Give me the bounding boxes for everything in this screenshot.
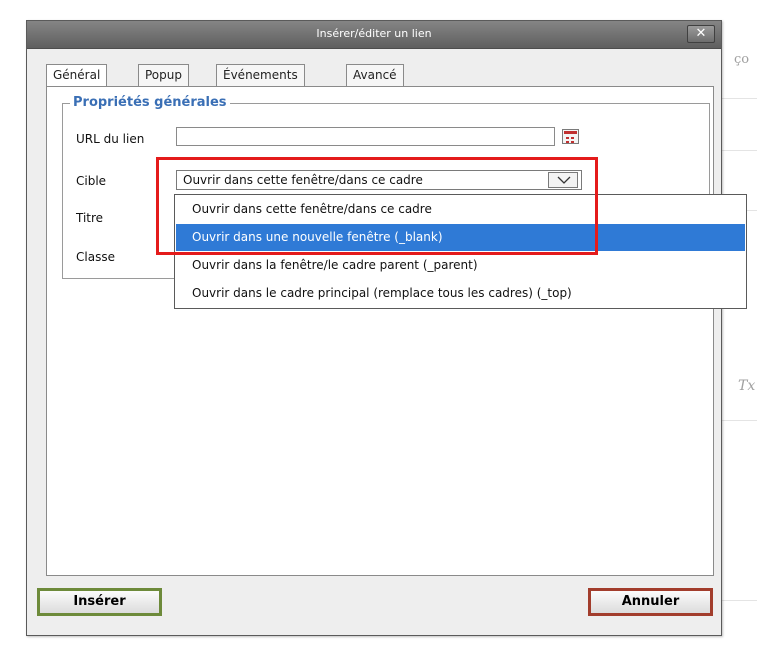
background-text: Tx <box>738 378 756 394</box>
target-dropdown-list: Ouvrir dans cette fenêtre/dans ce cadre … <box>174 194 747 309</box>
dialog-title: Insérer/éditer un lien <box>316 27 432 40</box>
dialog-titlebar[interactable]: Insérer/éditer un lien ✕ <box>27 21 721 49</box>
background-divider <box>722 150 757 151</box>
dropdown-option-self[interactable]: Ouvrir dans cette fenêtre/dans ce cadre <box>176 196 745 223</box>
url-input[interactable] <box>176 127 555 146</box>
chevron-down-icon[interactable] <box>548 172 578 188</box>
link-browser-icon[interactable] <box>562 129 579 144</box>
target-label: Cible <box>76 174 107 188</box>
tab-general[interactable]: Général <box>46 64 108 88</box>
section-title: Propriétés générales <box>70 95 230 110</box>
class-label: Classe <box>76 250 115 264</box>
dropdown-option-parent[interactable]: Ouvrir dans la fenêtre/le cadre parent (… <box>176 252 745 279</box>
dropdown-option-top[interactable]: Ouvrir dans le cadre principal (remplace… <box>176 280 745 307</box>
background-text: ço <box>734 52 750 67</box>
target-selected-value: Ouvrir dans cette fenêtre/dans ce cadre <box>183 173 423 187</box>
cancel-button[interactable]: Annuler <box>588 588 713 616</box>
background-divider <box>722 600 757 601</box>
title-label: Titre <box>76 211 104 225</box>
insert-button[interactable]: Insérer <box>37 588 162 616</box>
tab-popup[interactable]: Popup <box>138 64 189 86</box>
tab-events[interactable]: Événements <box>216 64 305 86</box>
url-label: URL du lien <box>76 132 145 146</box>
background-divider <box>722 420 757 421</box>
background-divider <box>722 98 757 99</box>
close-icon[interactable]: ✕ <box>687 25 715 43</box>
dropdown-option-blank[interactable]: Ouvrir dans une nouvelle fenêtre (_blank… <box>176 224 745 251</box>
tab-advanced[interactable]: Avancé <box>346 64 404 86</box>
target-select[interactable]: Ouvrir dans cette fenêtre/dans ce cadre <box>176 170 582 190</box>
